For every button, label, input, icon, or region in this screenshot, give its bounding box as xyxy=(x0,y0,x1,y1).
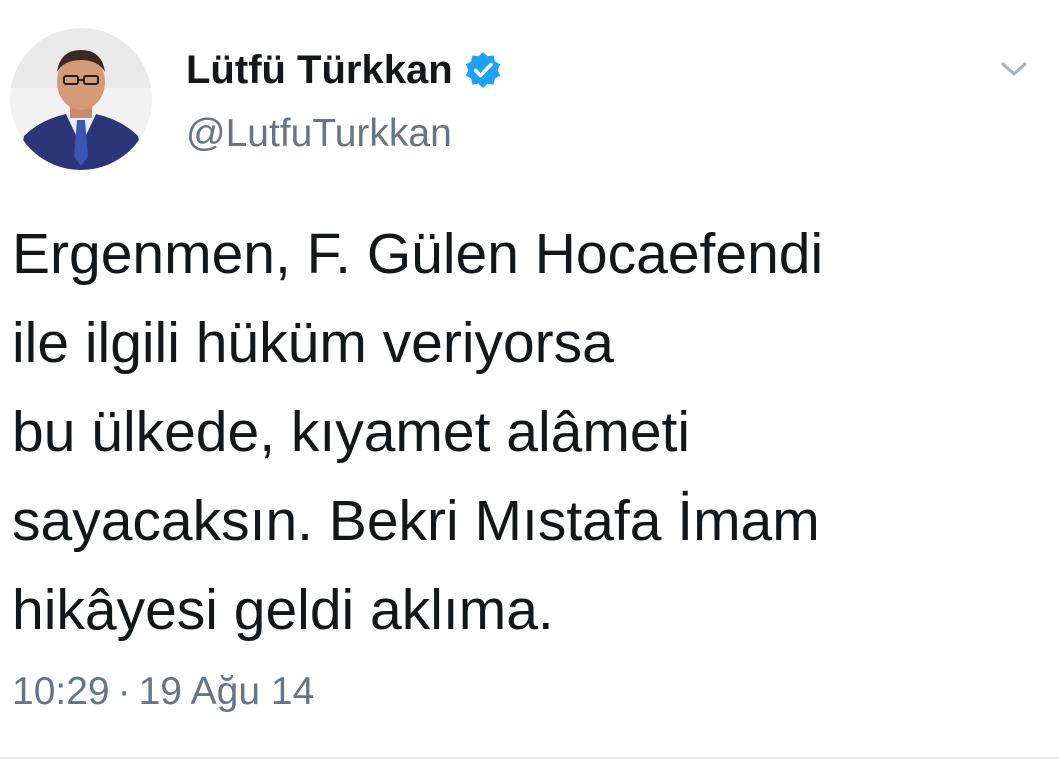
tweet-text-line: ile ilgili hüküm veriyorsa xyxy=(12,311,614,375)
tweet-text-line: sayacaksın. Bekri Mıstafa İmam xyxy=(12,489,820,553)
timestamp-separator: · xyxy=(117,670,131,713)
avatar[interactable] xyxy=(10,28,152,170)
verified-badge-icon xyxy=(463,50,503,90)
display-name[interactable]: Lütfü Türkkan xyxy=(186,48,453,93)
user-name-row[interactable]: Lütfü Türkkan xyxy=(186,44,503,96)
tweet-text-line: bu ülkede, kıyamet alâmeti xyxy=(12,400,691,464)
chevron-down-icon[interactable] xyxy=(996,54,1032,84)
tweet-timestamp[interactable]: 10:29 · 19 Ağu 14 xyxy=(12,670,314,714)
divider xyxy=(0,757,1059,759)
tweet-text: Ergenmen, F. Gülen Hocaefendi ile ilgili… xyxy=(12,210,1042,655)
tweet-time: 10:29 xyxy=(12,670,110,713)
tweet-card: Lütfü Türkkan @LutfuTurkkan Ergenmen, F.… xyxy=(0,0,1059,760)
tweet-date: 19 Ağu 14 xyxy=(138,670,315,713)
profile-photo-icon xyxy=(10,28,152,170)
tweet-text-line: Ergenmen, F. Gülen Hocaefendi xyxy=(12,222,824,286)
tweet-text-line: hikâyesi geldi aklıma. xyxy=(12,578,554,642)
user-handle[interactable]: @LutfuTurkkan xyxy=(186,112,452,156)
